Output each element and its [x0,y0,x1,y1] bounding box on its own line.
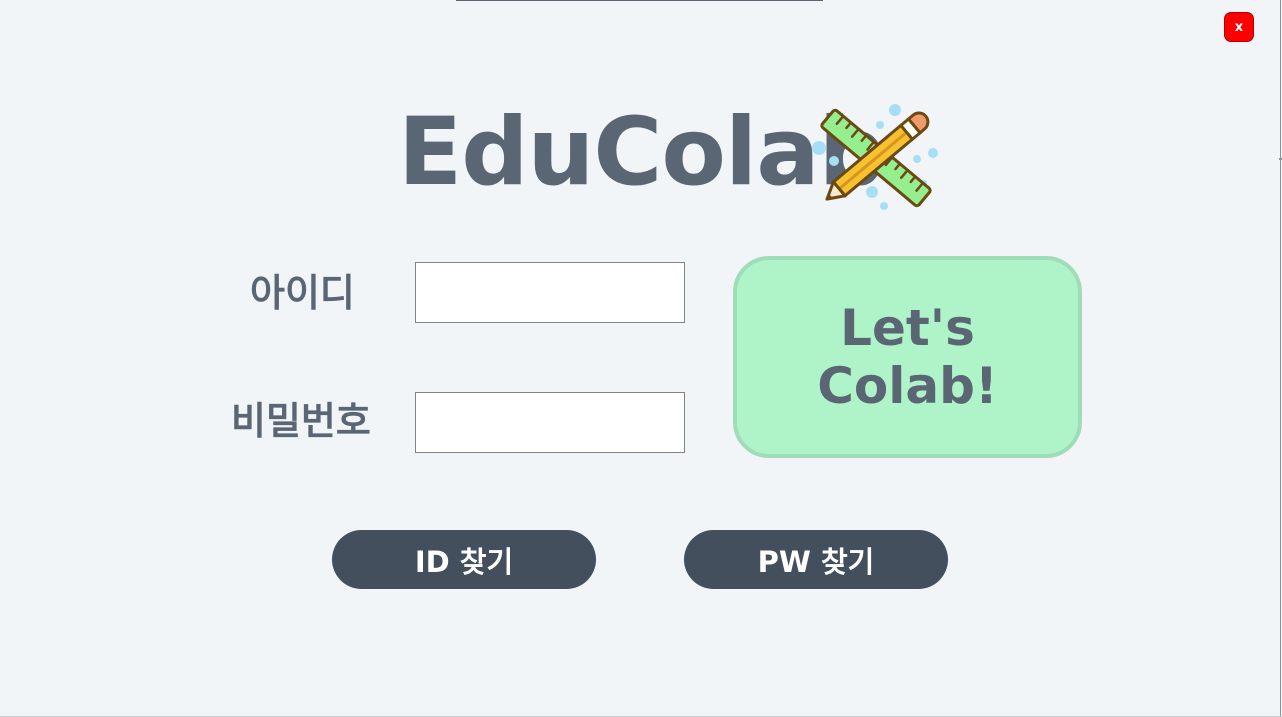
id-label: 아이디 [250,271,355,315]
pencil-ruler-icon [812,104,938,210]
find-password-label: PW 찾기 [757,544,875,579]
find-password-button[interactable]: PW 찾기 [684,530,948,589]
window-right-border [1280,0,1281,716]
login-window: x EduColab 아이디 비밀번호 Let's Colab! ID 찾기 P… [0,0,1282,717]
password-input[interactable] [415,392,685,453]
password-label: 비밀번호 [231,399,371,443]
top-divider [456,0,823,1]
find-id-label: ID 찾기 [414,544,514,579]
submit-label-line2: Colab! [817,357,998,415]
find-id-button[interactable]: ID 찾기 [332,530,596,589]
close-button[interactable]: x [1224,12,1254,42]
close-icon: x [1234,19,1244,35]
id-input[interactable] [415,262,685,323]
login-submit-button[interactable]: Let's Colab! [733,256,1082,458]
submit-label-line1: Let's [840,299,975,357]
